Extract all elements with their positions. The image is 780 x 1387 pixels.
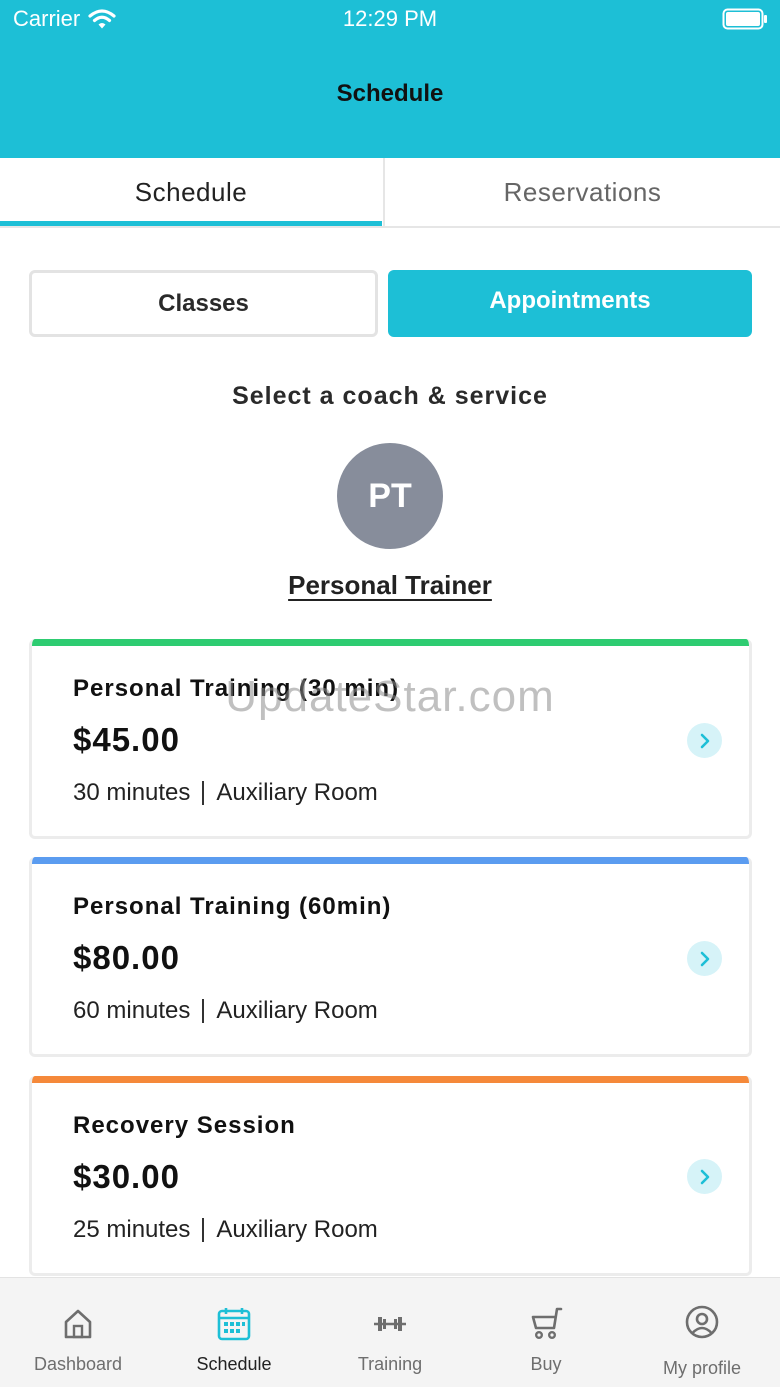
- user-circle-icon: [685, 1305, 719, 1339]
- service-title: Recovery Session: [73, 1112, 296, 1139]
- nav-label: Training: [357, 1354, 423, 1374]
- nav-training[interactable]: Training: [312, 1278, 468, 1387]
- calendar-icon: [217, 1308, 251, 1341]
- nav-label: Buy: [530, 1354, 562, 1374]
- tab-reservations[interactable]: Reservations: [383, 158, 780, 226]
- chevron-right-icon[interactable]: [687, 941, 722, 976]
- nav-label: My profile: [662, 1358, 742, 1378]
- header: Carrier 12:29 PM Schedule: [0, 0, 780, 158]
- nav-my-profile[interactable]: My profile: [624, 1278, 780, 1387]
- service-card[interactable]: Personal Training (60min) $80.00 60 minu…: [29, 857, 752, 1057]
- service-location: Auxiliary Room: [216, 1216, 378, 1243]
- active-tab-indicator: [0, 221, 382, 226]
- meta-divider: [202, 999, 205, 1023]
- service-title: Personal Training (30 min): [73, 675, 400, 702]
- section-subtitle: Select a coach & service: [232, 382, 548, 410]
- cart-icon: [531, 1307, 563, 1340]
- card-color-bar: [32, 639, 749, 646]
- classes-button[interactable]: Classes: [29, 270, 378, 337]
- nav-dashboard[interactable]: Dashboard: [0, 1278, 156, 1387]
- bottom-nav: Dashboard Schedule Training Buy My profi…: [0, 1277, 780, 1387]
- card-color-bar: [32, 1076, 749, 1083]
- home-icon: [64, 1309, 92, 1339]
- service-meta: 25 minutes Auxiliary Room: [73, 1216, 378, 1244]
- service-price: $30.00: [73, 1158, 180, 1195]
- service-card[interactable]: Recovery Session $30.00 25 minutes Auxil…: [29, 1076, 752, 1276]
- status-time: 12:29 PM: [342, 6, 438, 31]
- service-meta: 60 minutes Auxiliary Room: [73, 997, 378, 1025]
- service-location: Auxiliary Room: [216, 779, 378, 806]
- meta-divider: [202, 1218, 205, 1242]
- service-price: $45.00: [73, 721, 180, 758]
- service-location: Auxiliary Room: [216, 997, 378, 1024]
- battery-icon: [722, 8, 767, 30]
- coach-avatar[interactable]: PT: [337, 443, 443, 549]
- page-title: Schedule: [336, 80, 444, 107]
- service-price: $80.00: [73, 939, 180, 976]
- chevron-right-icon[interactable]: [687, 723, 722, 758]
- nav-label: Schedule: [196, 1354, 272, 1374]
- tab-schedule[interactable]: Schedule: [0, 158, 382, 226]
- card-color-bar: [32, 857, 749, 864]
- coach-name-link[interactable]: Personal Trainer: [0, 570, 780, 601]
- appointments-button[interactable]: Appointments: [388, 270, 752, 337]
- service-duration: 30 minutes: [73, 779, 191, 806]
- meta-divider: [202, 781, 205, 805]
- dumbbell-icon: [374, 1317, 406, 1331]
- coach-initials: PT: [368, 476, 412, 515]
- coach-name: Personal Trainer: [288, 570, 492, 600]
- nav-schedule[interactable]: Schedule: [156, 1278, 312, 1387]
- service-title: Personal Training (60min): [73, 893, 392, 920]
- nav-buy[interactable]: Buy: [468, 1278, 624, 1387]
- service-duration: 60 minutes: [73, 997, 191, 1024]
- service-card[interactable]: Personal Training (30 min) $45.00 30 min…: [29, 639, 752, 839]
- chevron-right-icon[interactable]: [687, 1159, 722, 1194]
- nav-label: Dashboard: [33, 1354, 123, 1374]
- top-tabs: Schedule Reservations: [0, 158, 780, 228]
- service-meta: 30 minutes Auxiliary Room: [73, 779, 378, 807]
- service-duration: 25 minutes: [73, 1216, 191, 1243]
